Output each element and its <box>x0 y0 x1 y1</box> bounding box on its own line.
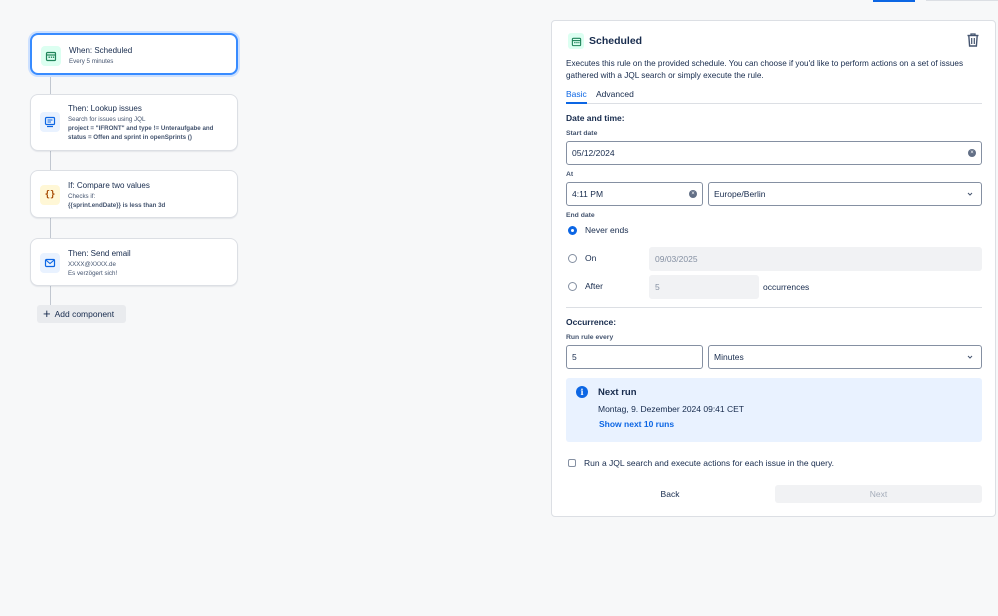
email-recipient: XXXX@XXXX.de <box>68 261 116 268</box>
trigger-card-scheduled[interactable]: When: Scheduled Every 5 minutes <box>30 33 238 75</box>
date-time-heading: Date and time: <box>566 113 625 123</box>
envelope-icon <box>40 253 60 273</box>
tab-basic[interactable]: Basic <box>566 89 587 104</box>
tab-advanced[interactable]: Advanced <box>596 89 634 104</box>
radio-button[interactable] <box>568 225 577 235</box>
interval-unit-value: Minutes <box>714 352 744 362</box>
end-date-label: End date <box>566 212 595 219</box>
back-button[interactable]: Back <box>566 485 774 503</box>
occurrences-value: 5 <box>655 282 660 292</box>
run-rule-every-label: Run rule every <box>566 334 614 341</box>
radio-on[interactable]: On <box>568 253 596 263</box>
flow-connector <box>50 151 51 170</box>
jql-query-line: status = Offen and sprint in openSprints… <box>68 134 192 141</box>
config-tabs: Basic Advanced <box>566 89 982 104</box>
action-card-lookup-issues[interactable]: Then: Lookup issues Search for issues us… <box>30 94 238 151</box>
action-card-send-email[interactable]: Then: Send email XXXX@XXXX.de Es verzöge… <box>30 238 238 286</box>
flow-connector <box>50 74 51 94</box>
calendar-icon <box>41 46 61 66</box>
trash-icon[interactable] <box>965 32 981 48</box>
show-next-runs-link[interactable]: Show next 10 runs <box>599 419 674 429</box>
next-run-info-box: i Next run Montag, 9. Dezember 2024 09:4… <box>566 378 982 442</box>
flow-connector <box>50 286 51 305</box>
radio-never-ends[interactable]: Never ends <box>568 225 628 235</box>
radio-button[interactable] <box>568 253 577 263</box>
clear-icon[interactable]: × <box>689 190 697 198</box>
card-title: Then: Lookup issues <box>68 104 142 113</box>
occurrences-input[interactable]: 5 <box>649 275 759 299</box>
checkbox[interactable] <box>568 459 576 467</box>
occurrences-label: occurrences <box>763 282 810 292</box>
condition-text: {{sprint.endDate}} is less than 3d <box>68 202 166 209</box>
time-value: 4:11 PM <box>572 189 604 199</box>
calendar-icon <box>568 33 584 49</box>
interval-unit-select[interactable]: Minutes <box>708 345 982 369</box>
flow-connector <box>50 218 51 238</box>
card-subtitle: Checks if: <box>68 193 96 200</box>
next-button[interactable]: Next <box>775 485 982 503</box>
start-date-value: 05/12/2024 <box>572 148 615 158</box>
interval-value: 5 <box>572 352 577 362</box>
timezone-value: Europe/Berlin <box>714 189 766 199</box>
braces-icon: {} <box>40 185 60 205</box>
active-top-tab-indicator <box>873 0 915 2</box>
clear-icon[interactable]: × <box>968 149 976 157</box>
at-label: At <box>566 171 574 178</box>
panel-description: Executes this rule on the provided sched… <box>566 59 964 80</box>
jql-search-label: Run a JQL search and execute actions for… <box>584 458 834 468</box>
card-title: If: Compare two values <box>68 181 150 190</box>
plus-icon: + <box>43 306 51 321</box>
card-title: Then: Send email <box>68 249 131 258</box>
next-run-title: Next run <box>598 387 637 398</box>
condition-card-compare-values[interactable]: {} If: Compare two values Checks if: {{s… <box>30 170 238 218</box>
radio-label: Never ends <box>585 225 629 235</box>
inactive-top-tab-indicator <box>926 0 998 1</box>
radio-label: On <box>585 253 597 263</box>
start-date-label: Start date <box>566 130 598 137</box>
time-input[interactable]: 4:11 PM × <box>566 182 703 206</box>
chevron-down-icon <box>967 355 973 359</box>
jql-search-option[interactable]: Run a JQL search and execute actions for… <box>568 458 834 468</box>
timezone-select[interactable]: Europe/Berlin <box>708 182 982 206</box>
divider <box>566 307 982 308</box>
add-component-label: Add component <box>54 309 115 319</box>
add-component-button[interactable]: + Add component <box>37 305 126 323</box>
occurrence-heading: Occurrence: <box>566 317 617 327</box>
automation-rule-editor: When: Scheduled Every 5 minutes Then: Lo… <box>0 0 998 616</box>
chevron-down-icon <box>967 192 973 196</box>
lookup-issues-icon <box>40 112 60 132</box>
interval-input[interactable]: 5 <box>566 345 703 369</box>
start-date-input[interactable]: 05/12/2024 × <box>566 141 982 165</box>
panel-title: Scheduled <box>589 35 643 47</box>
info-icon: i <box>576 386 588 398</box>
end-date-value: 09/03/2025 <box>655 254 698 264</box>
radio-label: After <box>585 281 603 291</box>
radio-after[interactable]: After <box>568 281 603 291</box>
card-title: When: Scheduled <box>69 46 133 55</box>
card-subtitle: Every 5 minutes <box>69 58 114 65</box>
trigger-config-panel: Scheduled Executes this rule on the prov… <box>551 20 996 517</box>
next-run-date: Montag, 9. Dezember 2024 09:41 CET <box>598 404 744 414</box>
radio-button[interactable] <box>568 281 577 291</box>
jql-query-line: project = "IFRONT" and type != Unteraufg… <box>68 125 214 132</box>
end-date-input[interactable]: 09/03/2025 <box>649 247 982 271</box>
email-body: Es verzögert sich! <box>68 270 118 277</box>
card-subtitle: Search for issues using JQL <box>68 116 146 123</box>
